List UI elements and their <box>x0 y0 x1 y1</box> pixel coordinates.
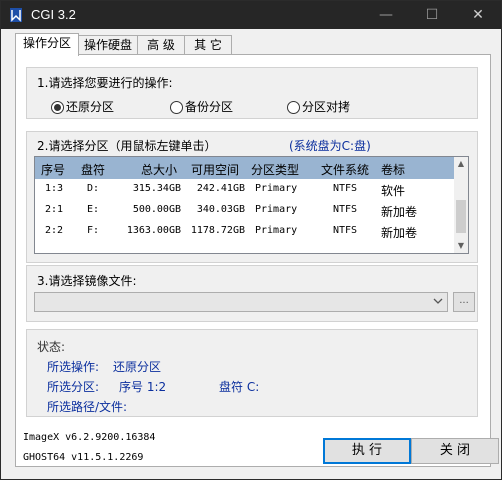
cell-size: 315.34GB <box>132 183 181 194</box>
radio-dot <box>287 101 300 114</box>
col-header-label[interactable]: 卷标 <box>381 161 405 178</box>
table-row[interactable]: 1:3 D: 315.34GB 242.41GB Primary NTFS 软件 <box>35 179 455 200</box>
cell-size: 1363.00GB <box>126 225 181 236</box>
tab-disk-ops[interactable]: 操作硬盘 <box>78 35 138 55</box>
status-partition-key: 所选分区: <box>47 380 100 394</box>
scroll-up-icon[interactable]: ▲ <box>454 157 468 171</box>
tab-advanced[interactable]: 高 级 <box>137 35 185 55</box>
imagex-version: ImageX v6.2.9200.16384 <box>23 432 156 443</box>
radio-copy-label: 分区对拷 <box>302 100 351 114</box>
cell-type: Primary <box>255 183 298 194</box>
image-file-combobox[interactable] <box>34 292 448 312</box>
col-header-fs[interactable]: 文件系统 <box>321 161 369 178</box>
cell-drive: E: <box>87 204 100 215</box>
col-header-free[interactable]: 可用空间 <box>191 161 239 178</box>
close-window-button[interactable]: ✕ <box>455 1 501 29</box>
table-scrollbar[interactable]: ▲ ▼ <box>454 157 468 253</box>
cell-drive: F: <box>87 225 100 236</box>
cell-index: 1:3 <box>45 183 64 194</box>
app-window: CGI 3.2 — ☐ ✕ 操作分区 操作硬盘 高 级 其 它 1.请选择您要进… <box>0 0 502 480</box>
operation-label: 1.请选择您要进行的操作: <box>37 76 173 90</box>
cell-free: 340.03GB <box>196 204 245 215</box>
image-file-group: 3.请选择镜像文件: ... <box>26 265 478 322</box>
scroll-thumb[interactable] <box>456 200 466 233</box>
status-partition-number: 序号 1:2 <box>119 380 167 394</box>
status-path-key: 所选路径/文件: <box>47 400 128 414</box>
status-operation-key: 所选操作: <box>47 360 100 374</box>
maximize-button[interactable]: ☐ <box>409 1 455 29</box>
tab-partition-ops[interactable]: 操作分区 <box>15 33 79 56</box>
cell-type: Primary <box>255 204 298 215</box>
table-row[interactable]: 2:2 F: 1363.00GB 1178.72GB Primary NTFS … <box>35 221 455 242</box>
cell-index: 2:2 <box>45 225 64 236</box>
image-file-label: 3.请选择镜像文件: <box>37 274 137 288</box>
partition-group: 2.请选择分区（用鼠标左键单击） (系统盘为C:盘) 序号 盘符 总大小 可用空… <box>26 131 478 263</box>
cell-type: Primary <box>255 225 298 236</box>
status-label: 状态: <box>37 340 66 354</box>
cell-drive: D: <box>87 183 100 194</box>
col-header-index[interactable]: 序号 <box>41 161 65 178</box>
cell-label: 新加卷 <box>381 205 418 219</box>
execute-button[interactable]: 执 行 <box>323 438 411 464</box>
status-partition-drive: 盘符 C: <box>219 380 260 394</box>
radio-backup-label: 备份分区 <box>185 100 234 114</box>
operation-group: 1.请选择您要进行的操作: 还原分区 备份分区 分区对拷 <box>26 67 478 119</box>
tab-panel: 1.请选择您要进行的操作: 还原分区 备份分区 分区对拷 2.请选择分区（用鼠标… <box>15 54 491 467</box>
browse-button[interactable]: ... <box>453 292 475 312</box>
cell-free: 1178.72GB <box>190 225 245 236</box>
col-header-type[interactable]: 分区类型 <box>251 161 299 178</box>
col-header-size[interactable]: 总大小 <box>141 161 177 178</box>
chevron-down-icon[interactable] <box>433 294 443 308</box>
cell-fs: NTFS <box>333 183 358 194</box>
title-bar[interactable]: CGI 3.2 — ☐ ✕ <box>1 1 501 29</box>
radio-dot <box>170 101 183 114</box>
cell-free: 242.41GB <box>196 183 245 194</box>
minimize-button[interactable]: — <box>363 1 409 29</box>
scroll-down-icon[interactable]: ▼ <box>454 239 468 253</box>
radio-restore-label: 还原分区 <box>66 100 115 114</box>
col-header-drive[interactable]: 盘符 <box>81 161 105 178</box>
ghost-version: GHOST64 v11.5.1.2269 <box>23 452 144 463</box>
app-icon <box>10 8 22 22</box>
cell-fs: NTFS <box>333 204 358 215</box>
cell-index: 2:1 <box>45 204 64 215</box>
close-button[interactable]: 关 闭 <box>411 438 499 464</box>
partition-label: 2.请选择分区（用鼠标左键单击） <box>37 139 217 153</box>
cell-fs: NTFS <box>333 225 358 236</box>
cell-size: 500.00GB <box>132 204 181 215</box>
partition-table: 序号 盘符 总大小 可用空间 分区类型 文件系统 卷标 1:3 D: 315.3… <box>34 156 469 254</box>
window-title: CGI 3.2 <box>31 7 76 22</box>
cell-label: 软件 <box>381 184 406 198</box>
status-operation-value: 还原分区 <box>113 360 162 374</box>
table-header: 序号 盘符 总大小 可用空间 分区类型 文件系统 卷标 <box>35 157 455 179</box>
radio-dot-selected <box>51 101 64 114</box>
cell-label: 新加卷 <box>381 226 418 240</box>
status-group: 状态: 所选操作: 还原分区 所选分区: 序号 1:2 盘符 C: 所选路径/文… <box>26 329 478 417</box>
system-disk-note: (系统盘为C:盘) <box>289 139 371 153</box>
table-row[interactable]: 2:1 E: 500.00GB 340.03GB Primary NTFS 新加… <box>35 200 455 221</box>
tab-other[interactable]: 其 它 <box>184 35 232 55</box>
